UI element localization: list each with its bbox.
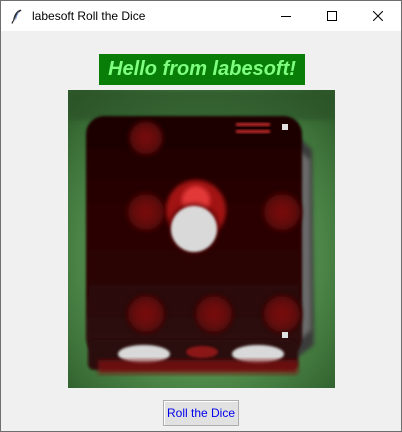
- window-title: labesoft Roll the Dice: [32, 9, 146, 23]
- close-button[interactable]: [355, 1, 401, 31]
- maximize-icon: [327, 11, 337, 21]
- minimize-icon: [281, 16, 291, 17]
- title-bar[interactable]: labesoft Roll the Dice: [1, 1, 401, 31]
- hello-banner: Hello from labesoft!: [99, 54, 305, 85]
- maximize-button[interactable]: [309, 1, 355, 31]
- dice-image: [68, 90, 335, 388]
- roll-dice-button[interactable]: Roll the Dice: [163, 400, 239, 426]
- client-area: Hello from labesoft! Roll the Dice: [1, 31, 401, 431]
- minimize-button[interactable]: [263, 1, 309, 31]
- close-icon: [373, 11, 383, 21]
- feather-icon: [9, 8, 25, 24]
- app-window: labesoft Roll the Dice Hello from labeso…: [0, 0, 402, 432]
